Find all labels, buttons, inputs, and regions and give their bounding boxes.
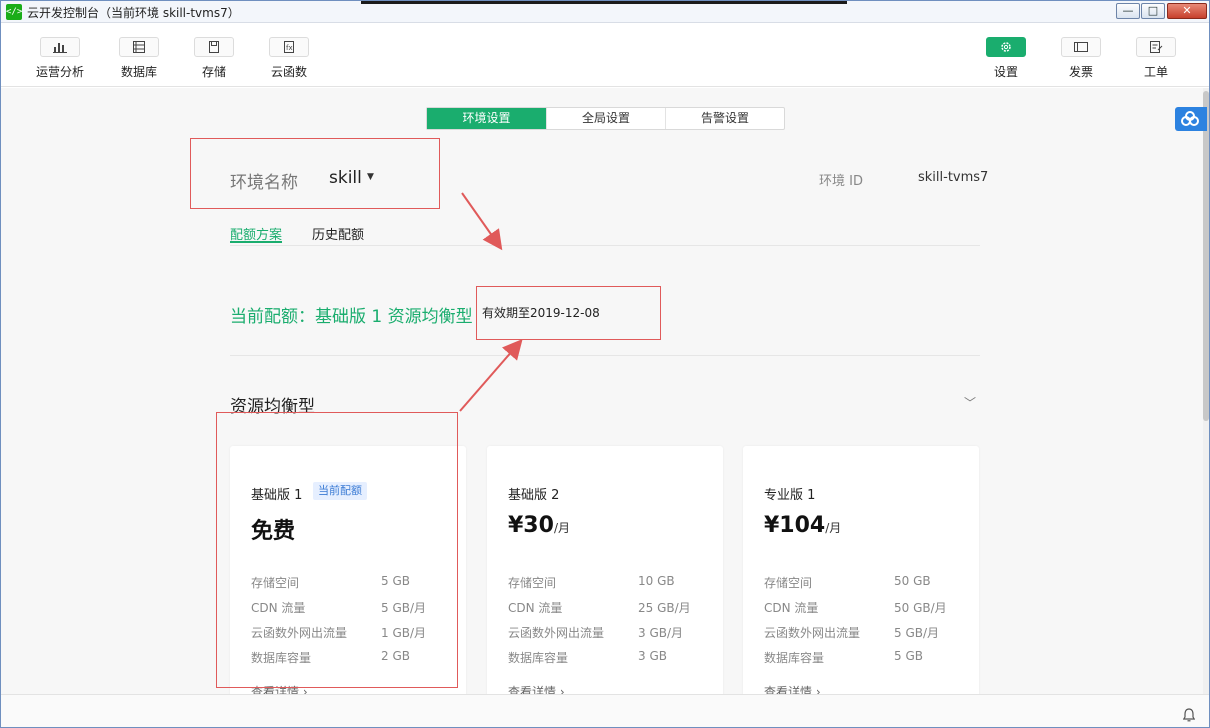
toolbar-analytics[interactable]: 运营分析 bbox=[22, 37, 98, 80]
subtab-active-indicator bbox=[230, 241, 282, 243]
plan-card-basic-2[interactable]: 基础版 2 ¥30/月 存储空间 10 GB CDN 流量 25 GB/月 云函… bbox=[487, 446, 723, 694]
window-title: 云开发控制台（当前环境 skill-tvms7） bbox=[27, 6, 240, 20]
spec-value: 50 GB bbox=[894, 574, 931, 588]
toolbar-analytics-label: 运营分析 bbox=[35, 65, 84, 79]
toolbar-cloud-function-label: 云函数 bbox=[270, 65, 307, 79]
spec-label: CDN 流量 bbox=[764, 601, 819, 615]
maximize-icon: □ bbox=[1147, 4, 1159, 17]
title-bar-shadow bbox=[361, 1, 847, 4]
spec-label: 存储空间 bbox=[764, 576, 813, 590]
spec-value: 5 GB/月 bbox=[894, 626, 940, 640]
toolbar-storage[interactable]: 存储 bbox=[176, 37, 252, 80]
toolbar-settings-label: 设置 bbox=[993, 65, 1018, 79]
tab-alert-settings[interactable]: 告警设置 bbox=[665, 108, 784, 129]
view-details-link[interactable]: 查看详情 › bbox=[764, 683, 821, 694]
spec-value: 50 GB/月 bbox=[894, 601, 947, 615]
close-icon: ✕ bbox=[1182, 4, 1192, 17]
app-logo-icon: </> bbox=[6, 4, 22, 20]
invoice-icon bbox=[1061, 37, 1101, 57]
toolbar-invoice[interactable]: 发票 bbox=[1043, 37, 1119, 80]
spec-label: CDN 流量 bbox=[508, 601, 563, 615]
status-bar bbox=[1, 694, 1209, 727]
toolbar-storage-label: 存储 bbox=[201, 65, 226, 79]
database-icon bbox=[119, 37, 159, 57]
scrollbar-thumb[interactable] bbox=[1203, 91, 1209, 421]
env-id-value: skill-tvms7 bbox=[918, 170, 989, 185]
toolbar-database[interactable]: 数据库 bbox=[101, 37, 177, 80]
spec-value: 10 GB bbox=[638, 574, 675, 588]
title-bar: </> 云开发控制台（当前环境 skill-tvms7） — □ ✕ bbox=[1, 1, 1209, 23]
plan-name: 专业版 1 bbox=[764, 488, 816, 503]
tab-environment-settings[interactable]: 环境设置 bbox=[427, 108, 546, 129]
plan-price: ¥104/月 bbox=[764, 513, 842, 538]
toolbar-database-label: 数据库 bbox=[120, 65, 157, 79]
spec-value: 25 GB/月 bbox=[638, 601, 691, 615]
subtab-quota-history[interactable]: 历史配额 bbox=[312, 224, 364, 243]
app-window: </> 云开发控制台（当前环境 skill-tvms7） — □ ✕ 运营分析 … bbox=[0, 0, 1210, 728]
spec-label: 数据库容量 bbox=[764, 651, 825, 665]
toolbar: 运营分析 数据库 存储 fx 云函数 设置 发票 工单 bbox=[1, 23, 1209, 87]
chevron-down-icon[interactable]: ﹀ bbox=[964, 394, 976, 411]
toolbar-settings[interactable]: 设置 bbox=[968, 37, 1044, 80]
svg-text:fx: fx bbox=[286, 44, 293, 52]
main-content: 环境设置 全局设置 告警设置 环境名称 skill ▼ 环境 ID skill-… bbox=[1, 88, 1204, 694]
spec-label: 云函数外网出流量 bbox=[508, 626, 605, 640]
spec-label: 云函数外网出流量 bbox=[764, 626, 861, 640]
annotation-box-expiry bbox=[476, 286, 661, 340]
toolbar-invoice-label: 发票 bbox=[1068, 65, 1093, 79]
bar-chart-icon bbox=[40, 37, 80, 57]
view-details-link[interactable]: 查看详情 › bbox=[508, 683, 565, 694]
spec-label: 数据库容量 bbox=[508, 651, 569, 665]
toolbar-ticket-label: 工单 bbox=[1143, 65, 1168, 79]
toolbar-cloud-function[interactable]: fx 云函数 bbox=[251, 37, 327, 80]
current-quota: 当前配额：基础版 1 资源均衡型 bbox=[230, 307, 473, 327]
ticket-icon bbox=[1136, 37, 1176, 57]
plan-card-pro-1[interactable]: 专业版 1 ¥104/月 存储空间 50 GB CDN 流量 50 GB/月 云… bbox=[743, 446, 979, 694]
settings-tab-bar: 环境设置 全局设置 告警设置 bbox=[426, 107, 785, 130]
spec-value: 5 GB bbox=[894, 649, 923, 663]
annotation-box-plan-card bbox=[216, 412, 458, 688]
spec-value: 3 GB bbox=[638, 649, 667, 663]
minimize-icon: — bbox=[1122, 4, 1134, 17]
spec-value: 3 GB/月 bbox=[638, 626, 684, 640]
function-icon: fx bbox=[269, 37, 309, 57]
toolbar-ticket[interactable]: 工单 bbox=[1118, 37, 1194, 80]
divider bbox=[230, 245, 980, 246]
minimize-button[interactable]: — bbox=[1116, 3, 1140, 19]
spec-label: 存储空间 bbox=[508, 576, 557, 590]
bell-icon[interactable] bbox=[1182, 707, 1196, 726]
plan-name: 基础版 2 bbox=[508, 488, 560, 503]
gear-icon bbox=[986, 37, 1026, 57]
tab-global-settings[interactable]: 全局设置 bbox=[546, 108, 665, 129]
floating-cloud-icon[interactable] bbox=[1175, 107, 1207, 131]
plan-price: ¥30/月 bbox=[508, 513, 570, 538]
storage-icon bbox=[194, 37, 234, 57]
env-id-label: 环境 ID bbox=[819, 174, 863, 189]
close-button[interactable]: ✕ bbox=[1167, 3, 1207, 19]
maximize-button[interactable]: □ bbox=[1141, 3, 1165, 19]
divider bbox=[230, 355, 980, 356]
annotation-box-env-name bbox=[190, 138, 440, 209]
